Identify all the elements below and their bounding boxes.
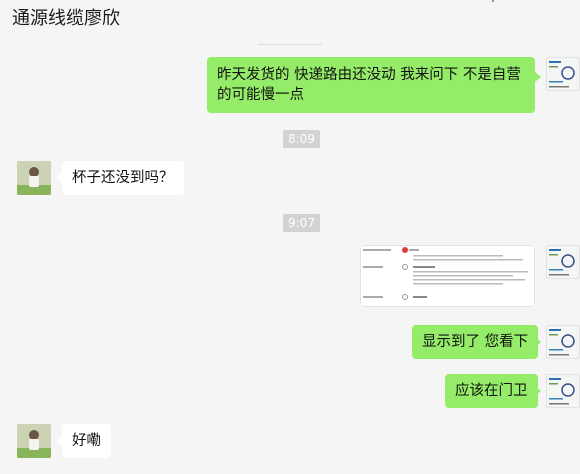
chat-header: 通源线缆廖欣 bbox=[0, 0, 580, 38]
message-bubble-received[interactable]: 杯子还没到吗？ bbox=[62, 161, 184, 195]
logistics-screenshot-thumbnail bbox=[361, 246, 534, 306]
my-avatar[interactable] bbox=[546, 57, 580, 91]
my-avatar[interactable] bbox=[546, 245, 580, 279]
header-dot bbox=[492, 0, 494, 2]
timestamp: 8:09 bbox=[283, 130, 320, 148]
history-divider bbox=[258, 44, 322, 45]
contact-avatar-image bbox=[17, 161, 51, 195]
my-avatar-image bbox=[547, 246, 579, 278]
bubble-tail bbox=[535, 337, 541, 347]
my-avatar[interactable] bbox=[546, 374, 580, 408]
my-avatar-image bbox=[547, 375, 579, 407]
my-avatar[interactable] bbox=[546, 325, 580, 359]
contact-avatar-image bbox=[17, 424, 51, 458]
contact-avatar[interactable] bbox=[17, 424, 51, 458]
message-bubble-sent[interactable]: 昨天发货的 快递路由还没动 我来问下 不是自营的可能慢一点 bbox=[207, 57, 535, 113]
my-avatar-image bbox=[547, 326, 579, 358]
timestamp: 9:07 bbox=[283, 214, 320, 232]
my-avatar-image bbox=[547, 58, 579, 90]
contact-avatar[interactable] bbox=[17, 161, 51, 195]
bubble-tail bbox=[535, 386, 541, 396]
chat-title: 通源线缆廖欣 bbox=[12, 8, 120, 29]
message-bubble-received[interactable]: 好嘞 bbox=[62, 424, 111, 458]
message-bubble-sent[interactable]: 显示到了 您看下 bbox=[412, 325, 539, 359]
message-image-sent[interactable] bbox=[360, 245, 535, 307]
message-bubble-sent[interactable]: 应该在门卫 bbox=[445, 374, 538, 408]
bubble-tail bbox=[535, 72, 541, 82]
